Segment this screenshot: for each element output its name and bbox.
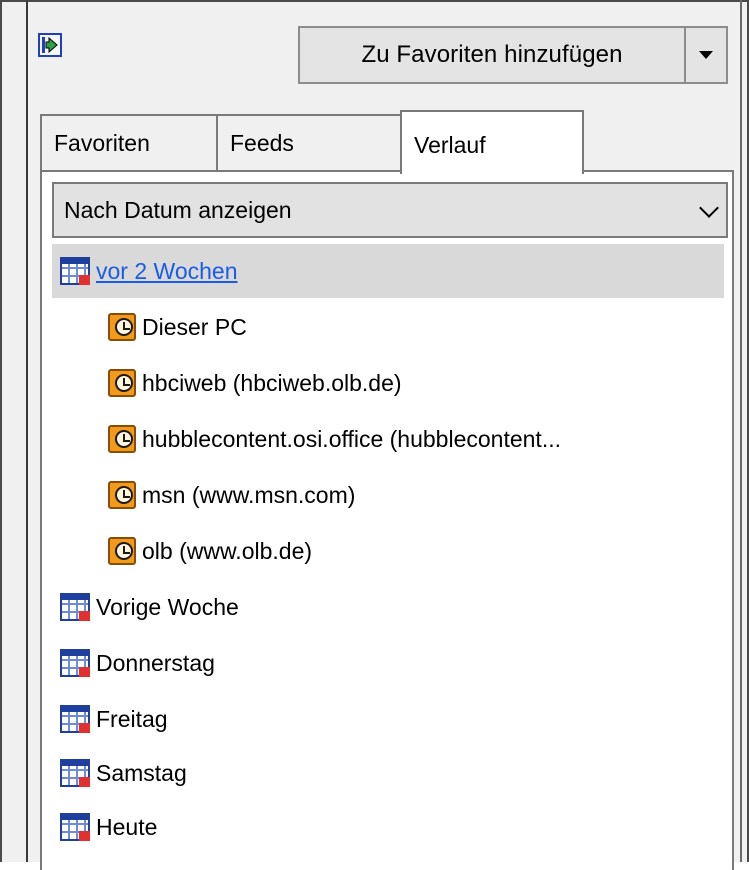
history-site-item[interactable]: olb (www.olb.de) xyxy=(108,524,724,578)
calendar-icon xyxy=(60,759,90,787)
view-mode-value: Nach Datum anzeigen xyxy=(64,196,292,223)
history-site-icon xyxy=(108,313,136,341)
chevron-down-icon xyxy=(699,198,719,218)
history-site-item[interactable]: msn (www.msn.com) xyxy=(108,468,724,522)
calendar-icon xyxy=(60,705,90,733)
history-group-label: Heute xyxy=(96,813,158,840)
history-group-label[interactable]: vor 2 Wochen xyxy=(96,258,237,285)
history-group-label: Freitag xyxy=(96,705,168,732)
calendar-icon xyxy=(60,649,90,677)
history-site-icon xyxy=(108,425,136,453)
view-mode-select[interactable]: Nach Datum anzeigen xyxy=(52,182,728,238)
history-site-label: msn (www.msn.com) xyxy=(142,481,356,508)
history-group-label: Vorige Woche xyxy=(96,593,239,620)
pin-dock-icon[interactable] xyxy=(38,33,62,57)
history-group-heute[interactable]: Heute xyxy=(52,800,724,854)
calendar-icon xyxy=(60,257,90,285)
history-site-label: hbciweb (hbciweb.olb.de) xyxy=(142,369,402,396)
history-site-label: olb (www.olb.de) xyxy=(142,537,313,564)
history-group-label: Donnerstag xyxy=(96,649,215,676)
history-site-label: Dieser PC xyxy=(142,313,247,340)
history-group-vorige-woche[interactable]: Vorige Woche xyxy=(52,580,724,634)
history-group-samstag[interactable]: Samstag xyxy=(52,746,724,800)
history-site-item[interactable]: hbciweb (hbciweb.olb.de) xyxy=(108,356,724,410)
history-site-item[interactable]: hubblecontent.osi.office (hubblecontent.… xyxy=(108,412,724,466)
tab-verlauf-label: Verlauf xyxy=(414,132,486,158)
history-site-item[interactable]: Dieser PC xyxy=(108,300,724,354)
tab-favoriten-label: Favoriten xyxy=(54,130,150,156)
history-site-icon xyxy=(108,481,136,509)
history-group-label: Samstag xyxy=(96,759,187,786)
window-edge-right xyxy=(740,0,742,862)
history-group-freitag[interactable]: Freitag xyxy=(52,692,724,746)
add-favorites-dropdown-button[interactable] xyxy=(684,26,728,84)
tab-favoriten[interactable]: Favoriten xyxy=(40,114,218,172)
tab-feeds-label: Feeds xyxy=(230,130,294,156)
history-group-donnerstag[interactable]: Donnerstag xyxy=(52,636,724,690)
window-edge-left xyxy=(26,0,28,862)
history-site-label: hubblecontent.osi.office (hubblecontent.… xyxy=(142,425,561,452)
calendar-icon xyxy=(60,593,90,621)
history-site-icon xyxy=(108,537,136,565)
tab-feeds[interactable]: Feeds xyxy=(216,114,402,172)
tab-verlauf[interactable]: Verlauf xyxy=(400,110,584,174)
caret-down-icon xyxy=(699,51,713,59)
history-site-icon xyxy=(108,369,136,397)
calendar-icon xyxy=(60,813,90,841)
add-to-favorites-label: Zu Favoriten hinzufügen xyxy=(361,41,623,68)
add-to-favorites-button[interactable]: Zu Favoriten hinzufügen xyxy=(298,26,686,84)
history-group-vor-2-wochen[interactable]: vor 2 Wochen xyxy=(52,244,724,298)
